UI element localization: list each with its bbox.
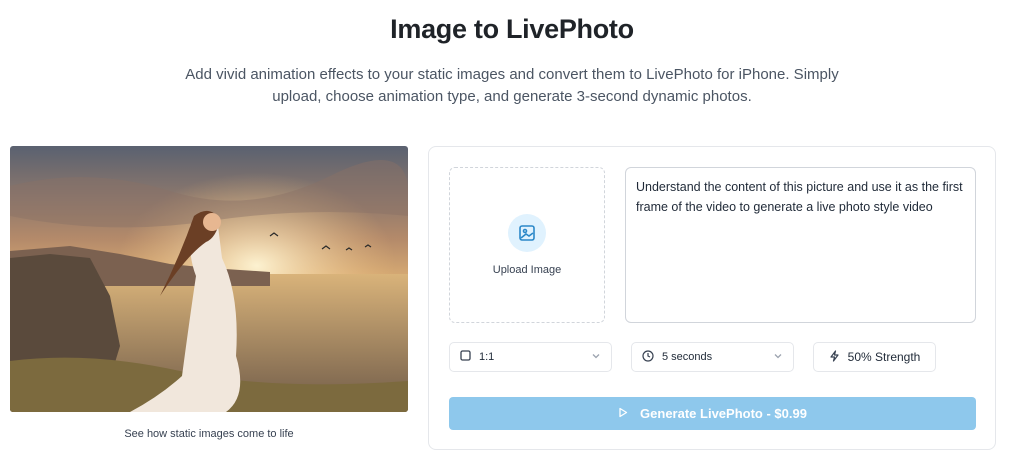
clock-icon — [642, 349, 654, 365]
lightning-icon — [829, 349, 840, 365]
duration-value: 5 seconds — [662, 351, 713, 363]
example-preview-image — [10, 146, 408, 412]
chevron-down-icon — [773, 351, 783, 364]
generate-livephoto-button[interactable]: Generate LivePhoto - $0.99 — [449, 397, 976, 430]
generate-livephoto-label: Generate LivePhoto - $0.99 — [640, 406, 807, 421]
upload-image-dropzone[interactable]: Upload Image — [449, 167, 605, 323]
page-subtitle: Add vivid animation effects to your stat… — [185, 66, 839, 105]
aspect-ratio-value: 1:1 — [479, 351, 495, 363]
preview-caption: See how static images come to life — [124, 428, 294, 440]
page-title: Image to LivePhoto — [390, 14, 634, 44]
duration-select[interactable]: 5 seconds — [631, 342, 794, 372]
strength-button[interactable]: 50% Strength — [813, 342, 936, 372]
image-icon — [508, 214, 546, 252]
chevron-down-icon — [591, 351, 601, 364]
aspect-ratio-select[interactable]: 1:1 — [449, 342, 612, 372]
strength-value: 50% Strength — [847, 350, 921, 364]
upload-image-label: Upload Image — [492, 264, 562, 276]
prompt-textarea[interactable]: Understand the content of this picture a… — [625, 167, 976, 323]
livephoto-form-panel: Upload Image Understand the content of t… — [428, 146, 996, 450]
square-icon — [460, 350, 471, 364]
play-icon — [618, 406, 628, 421]
